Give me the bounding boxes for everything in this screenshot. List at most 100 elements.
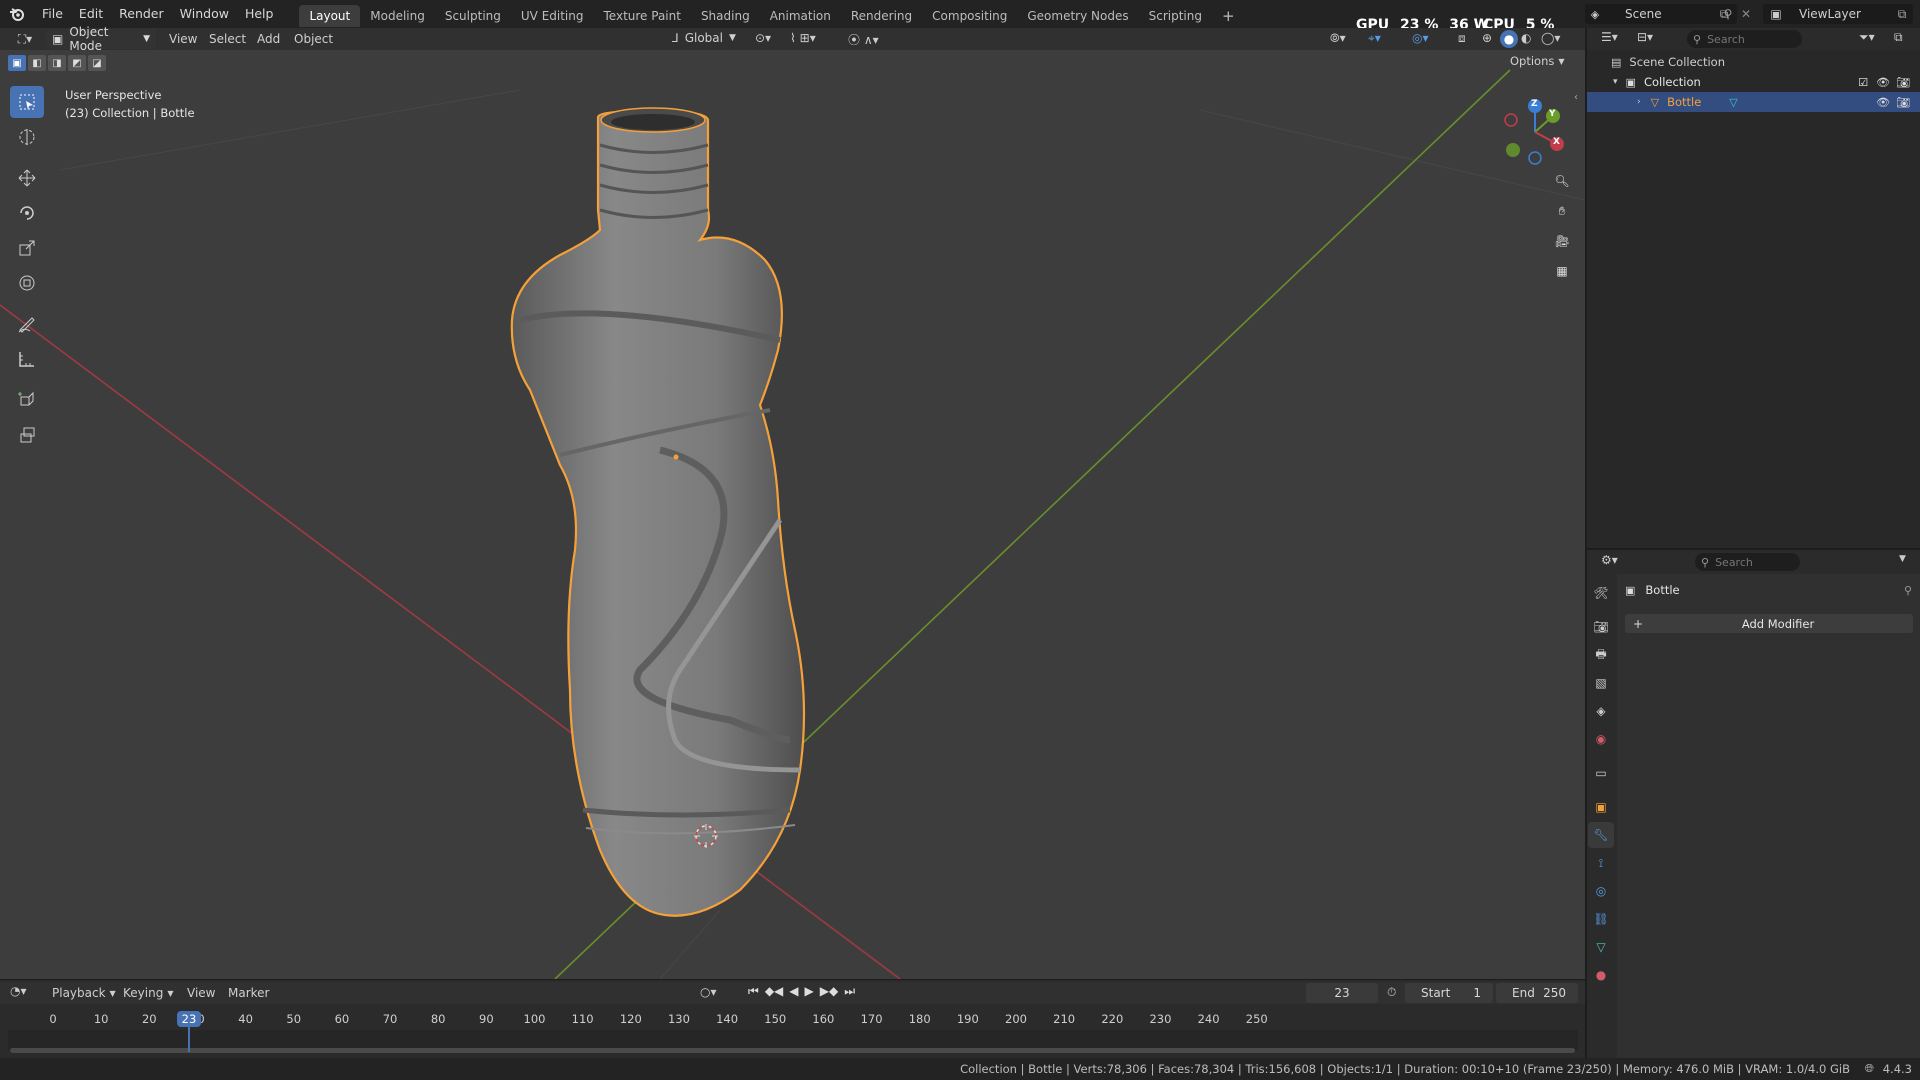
tab-compositing[interactable]: Compositing: [922, 5, 1017, 27]
properties-search-input[interactable]: [1715, 555, 1791, 569]
tab-data-icon[interactable]: ▽: [1588, 934, 1614, 960]
select-extend-icon[interactable]: ◧: [28, 55, 46, 71]
tool-cursor[interactable]: [10, 121, 44, 153]
timeline-scrollbar[interactable]: [10, 1048, 1575, 1053]
tab-modifier-icon[interactable]: 🔧︎: [1588, 822, 1614, 848]
tab-scene-icon[interactable]: ◈: [1588, 698, 1614, 724]
3d-viewport[interactable]: ▣ ◧ ◨ ◩ ◪ User Perspective (23) Collecti…: [0, 50, 1585, 979]
gizmo-toggle-icon[interactable]: ⌖▾: [1368, 31, 1381, 46]
tab-object-icon[interactable]: ▣: [1588, 794, 1614, 820]
camera-icon[interactable]: 📷︎: [1896, 96, 1910, 109]
jump-start-icon[interactable]: ⏮: [748, 984, 759, 999]
current-frame-field[interactable]: 23: [1306, 983, 1378, 1003]
tab-sculpting[interactable]: Sculpting: [435, 5, 511, 27]
add-modifier-button[interactable]: + Add Modifier: [1625, 614, 1913, 633]
play-icon[interactable]: ▶: [805, 984, 814, 999]
visibility-icon[interactable]: ⦾▾: [1330, 31, 1346, 46]
checkbox-icon[interactable]: ☑: [1858, 76, 1868, 89]
proportional-edit-icon[interactable]: ⦿ ∧▾: [848, 31, 879, 48]
sidebar-toggle-icon[interactable]: ‹: [1574, 92, 1578, 103]
select-new-icon[interactable]: ▣: [8, 55, 26, 71]
tab-uv-editing[interactable]: UV Editing: [511, 5, 594, 27]
transform-orientation-dropdown[interactable]: ⅃ Global ▼: [672, 31, 736, 45]
wireframe-shading-icon[interactable]: ⊕: [1482, 31, 1492, 45]
select-invert-icon[interactable]: ◩: [68, 55, 86, 71]
outliner-row-collection[interactable]: ▾ ▣ Collection ☑ 👁︎ 📷︎: [1587, 72, 1920, 92]
tool-scale[interactable]: [10, 232, 44, 264]
tab-modeling[interactable]: Modeling: [360, 5, 435, 27]
menu-object[interactable]: Object: [294, 32, 333, 46]
menu-help[interactable]: Help: [237, 0, 282, 28]
chevron-down-icon[interactable]: ▼: [1899, 554, 1906, 564]
tab-constraints-icon[interactable]: ⛓︎: [1588, 906, 1614, 932]
play-reverse-icon[interactable]: ◀: [789, 984, 798, 999]
delete-scene-icon[interactable]: ✕: [1738, 5, 1754, 23]
camera-view-icon[interactable]: 🎥︎: [1551, 230, 1573, 252]
zoom-icon[interactable]: 🔍︎: [1551, 170, 1573, 192]
prev-keyframe-icon[interactable]: ◆◀: [765, 984, 783, 999]
overlay-toggle-icon[interactable]: ◎▾: [1412, 31, 1429, 45]
tab-output-icon[interactable]: 🖶︎: [1588, 642, 1614, 668]
editor-type-icon[interactable]: ⛶▾: [10, 30, 40, 48]
tool-annotate[interactable]: [10, 308, 44, 340]
scene-selector[interactable]: ◈ Scene ⚲: [1585, 4, 1737, 24]
new-view-layer-icon[interactable]: ⧉: [1891, 7, 1913, 22]
playhead-marker[interactable]: 23: [177, 1011, 201, 1027]
tab-material-icon[interactable]: ●: [1588, 962, 1614, 988]
display-mode-icon[interactable]: ⊟▾: [1637, 30, 1653, 44]
menu-keying[interactable]: Keying ▼: [123, 986, 173, 1000]
tab-animation[interactable]: Animation: [760, 5, 841, 27]
tab-shading[interactable]: Shading: [691, 5, 760, 27]
select-subtract-icon[interactable]: ◨: [48, 55, 66, 71]
frame-ruler[interactable]: 0102030405060708090100110120130140150160…: [8, 1010, 1578, 1028]
tab-particles-icon[interactable]: ⟟: [1588, 850, 1614, 876]
tab-tool-icon[interactable]: 🛠︎: [1588, 580, 1614, 606]
select-intersect-icon[interactable]: ◪: [88, 55, 106, 71]
tool-measure[interactable]: [10, 343, 44, 375]
outliner-editor-icon[interactable]: ☰▾: [1601, 30, 1618, 44]
tab-collection-icon[interactable]: ▭: [1588, 760, 1614, 786]
perspective-toggle-icon[interactable]: ▦: [1551, 260, 1573, 282]
rendered-shading-icon[interactable]: ◯▾: [1541, 31, 1560, 45]
tool-extrude[interactable]: [10, 419, 44, 451]
start-frame-field[interactable]: Start 1: [1405, 983, 1493, 1003]
solid-shading-icon[interactable]: ●: [1500, 30, 1518, 48]
blender-logo-icon[interactable]: [0, 0, 34, 28]
menu-timeline-view[interactable]: View: [187, 986, 215, 1000]
menu-window[interactable]: Window: [172, 0, 237, 28]
auto-keying-icon[interactable]: ○▾: [700, 985, 717, 999]
options-dropdown[interactable]: Options ▼: [1510, 54, 1565, 68]
menu-playback[interactable]: Playback ▼: [52, 986, 116, 1000]
tool-move[interactable]: [10, 162, 44, 194]
jump-end-icon[interactable]: ⏭: [844, 984, 855, 999]
menu-edit[interactable]: Edit: [71, 0, 111, 28]
material-shading-icon[interactable]: ◐: [1521, 31, 1531, 45]
chevron-down-icon[interactable]: ▾: [1613, 77, 1618, 87]
tab-world-icon[interactable]: ◉: [1588, 726, 1614, 752]
filter-icon[interactable]: ⏷▾: [1859, 30, 1875, 45]
tab-view-layer-icon[interactable]: ▧: [1588, 670, 1614, 696]
tab-physics-icon[interactable]: ◎: [1588, 878, 1614, 904]
menu-add[interactable]: Add: [257, 32, 280, 46]
xray-icon[interactable]: ⧈: [1458, 31, 1466, 46]
eye-icon[interactable]: 👁︎: [1876, 96, 1890, 109]
tool-add-cube[interactable]: [10, 384, 44, 416]
clock-editor-icon[interactable]: ◔▾: [10, 984, 27, 998]
menu-marker[interactable]: Marker: [228, 986, 269, 1000]
menu-render[interactable]: Render: [111, 0, 172, 28]
tab-layout[interactable]: Layout: [299, 5, 361, 27]
tab-texture-paint[interactable]: Texture Paint: [594, 5, 691, 27]
chevron-right-icon[interactable]: ›: [1637, 97, 1641, 107]
tab-geometry-nodes[interactable]: Geometry Nodes: [1017, 5, 1138, 27]
camera-icon[interactable]: 📷︎: [1896, 76, 1910, 89]
tool-select-box[interactable]: [10, 86, 44, 118]
add-workspace-button[interactable]: +: [1212, 5, 1245, 27]
tab-rendering[interactable]: Rendering: [841, 5, 922, 27]
menu-select[interactable]: Select: [209, 32, 246, 46]
menu-file[interactable]: File: [34, 0, 71, 28]
properties-editor-icon[interactable]: ⚙︎▾: [1601, 553, 1618, 567]
outliner-row-bottle[interactable]: › ▽ Bottle ▽ 👁︎ 📷︎: [1587, 92, 1920, 112]
tab-render-icon[interactable]: 📷︎: [1588, 614, 1614, 640]
outliner-search[interactable]: ⚲: [1687, 30, 1802, 48]
eye-icon[interactable]: 👁︎: [1876, 76, 1890, 89]
